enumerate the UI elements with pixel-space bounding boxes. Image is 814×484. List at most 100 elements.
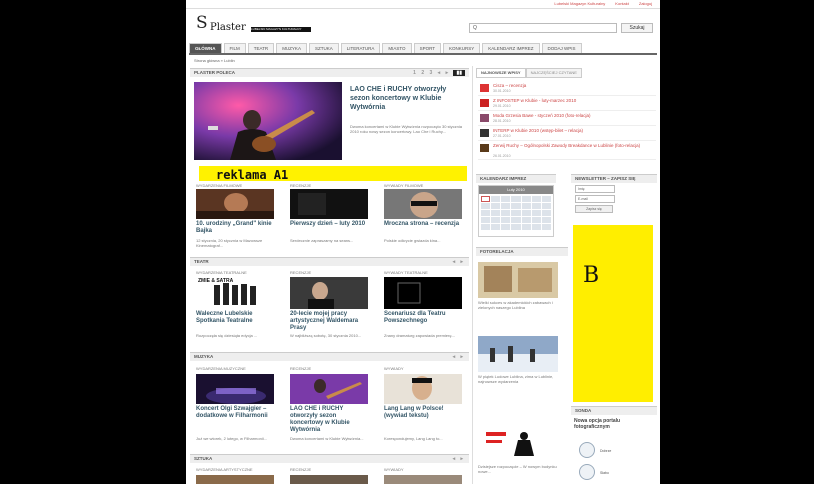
film-title-3[interactable]: Mroczna strona – recenzja [384, 221, 464, 228]
film-cat-2[interactable]: RECENZJE [290, 183, 311, 188]
breadcrumb[interactable]: Strona główna » Lublin [194, 58, 235, 63]
theatre-title-2[interactable]: 20-lecie mojej pracy artystycznej Waldem… [290, 311, 370, 332]
film-image-2[interactable] [290, 189, 368, 219]
top-strip: Lubelski Magazyn Kulturalny Kontakt Zalo… [186, 0, 660, 9]
event-calendar[interactable]: Luty 2010 [478, 185, 554, 237]
theatre-image-3[interactable] [384, 277, 462, 309]
music-image-3[interactable] [384, 374, 462, 404]
tab-theatre[interactable]: TEATR [247, 43, 275, 53]
ad-banner-b[interactable]: B [573, 225, 653, 402]
photo-caption-2[interactable]: W piątek Ludowe Lublina, zima w Lublinie… [478, 374, 560, 384]
sidebar-news-item[interactable]: Zerwij Ruchy – Ogólnopolski Zawody Break… [478, 142, 656, 160]
music-text-2: Dwoma koncertami w Klubie Wytwórnia... [290, 436, 364, 441]
news-thumb-icon [480, 114, 489, 122]
photo-image-2[interactable] [478, 336, 558, 372]
film-title-2[interactable]: Pierwszy dzień – luty 2010 [290, 221, 370, 228]
theatre-more-icon[interactable]: ◂ ▸ [453, 258, 465, 266]
film-image-1[interactable] [196, 189, 274, 219]
art-image-3[interactable] [384, 475, 462, 484]
photo-header: FOTORELACJA [476, 247, 568, 256]
music-image-2[interactable] [290, 374, 368, 404]
site-logo[interactable]: S Plaster LUBELSKI MAGAZYN KULTURALNY [194, 13, 314, 37]
tab-calendar[interactable]: KALENDARZ IMPREZ [482, 43, 540, 53]
music-cat-1[interactable]: WYDARZENIA MUZYCZNE [196, 366, 246, 371]
ad-a1-label: reklama A1 [216, 168, 289, 182]
news-date: 27.01.2010 [493, 134, 511, 138]
music-more-icon[interactable]: ◂ ▸ [453, 353, 465, 361]
calendar-grid[interactable] [479, 194, 553, 232]
featured-title[interactable]: LAO CHE i RUCHY otworzyły sezon koncerto… [350, 85, 462, 112]
tab-contests[interactable]: KONKURSY [442, 43, 481, 53]
art-cat-3[interactable]: WYWIADY [384, 467, 404, 472]
art-cat-2[interactable]: RECENZJE [290, 467, 311, 472]
theatre-cat-3[interactable]: WYWIADY TEATRALNE [384, 270, 428, 275]
ad-banner-a1[interactable]: reklama A1 [199, 166, 467, 182]
main-nav: GŁÓWNA FILM TEATR MUZYKA SZTUKA LITERATU… [189, 43, 657, 55]
tab-art[interactable]: SZTUKA [308, 43, 339, 53]
sidebar-news-item[interactable]: Z INFOSTEP w Klubie - luty-marzec 2010 2… [478, 97, 656, 111]
tab-city[interactable]: MIASTO [382, 43, 412, 53]
tab-most-read[interactable]: NAJCZĘŚCIEJ CZYTANE [525, 68, 582, 78]
film-cat-3[interactable]: WYWIADY FILMOWE [384, 183, 423, 188]
top-link-1[interactable]: Lubelski Magazyn Kulturalny [554, 1, 605, 7]
tab-latest[interactable]: NAJNOWSZE WPISY [476, 68, 526, 78]
theatre-title-3[interactable]: Scenariusz dla Teatru Powszechnego [384, 311, 464, 325]
art-image-2[interactable] [290, 475, 368, 484]
tab-sport[interactable]: SPORT [413, 43, 441, 53]
art-image-1[interactable] [196, 475, 274, 484]
sidebar-news-item[interactable]: Cisza – recenzja 30.01.2010 [478, 82, 656, 96]
art-more-icon[interactable]: ◂ ▸ [453, 455, 465, 463]
tab-film[interactable]: FILM [223, 43, 246, 53]
newsletter-submit-button[interactable]: Zapisz się [575, 205, 613, 213]
photo-image-3[interactable] [478, 426, 558, 462]
search-input[interactable]: Q [469, 23, 617, 33]
art-cat-1[interactable]: WYDARZENIA ARTYSTYCZNE [196, 467, 253, 472]
art-section-title: SZTUKA [194, 456, 213, 461]
sidebar-tabs: NAJNOWSZE WPISY NAJCZĘŚCIEJ CZYTANE [476, 68, 656, 78]
theatre-title-1[interactable]: Waleczne Lubelskie Spotkania Teatralne [196, 311, 276, 325]
theatre-text-2: W najbliższą sobotę, 30 stycznia 2010... [290, 333, 362, 338]
music-title-3[interactable]: Lang Lang w Polsce! (wywiad tekstu) [384, 406, 464, 420]
theatre-poster-text: ZMIE & SATRA [198, 278, 234, 284]
news-title: Moda Grzesia Bawe - styczeń 2010 (foto-r… [493, 113, 591, 118]
featured-image[interactable] [194, 82, 342, 160]
photo-image-1[interactable] [478, 262, 558, 298]
theatre-section-title: TEATR [194, 259, 209, 264]
music-title-2[interactable]: LAO CHE i RUCHY otworzyły sezon koncerto… [290, 406, 370, 434]
sidebar-news-item[interactable]: INTERP w Klubie 2010 (wstęp-bilet – rela… [478, 127, 656, 141]
news-title: INTERP w Klubie 2010 (wstęp-bilet – rela… [493, 128, 583, 133]
tab-home[interactable]: GŁÓWNA [189, 43, 222, 53]
tab-add-entry[interactable]: DODAJ WPIS [541, 43, 582, 53]
poll-option-radio-2[interactable] [579, 464, 595, 480]
photo-caption-1[interactable]: Wielki sukces w akademickich zabawach i … [478, 300, 560, 310]
poll-option-radio-1[interactable] [579, 442, 595, 458]
newsletter-name-field[interactable]: Imię [575, 185, 615, 193]
music-cat-2[interactable]: RECENZJE [290, 366, 311, 371]
featured-pager[interactable]: 1 2 3 ◂ ▸ ▮▮ [413, 69, 465, 77]
newsletter-email-field[interactable]: E-mail [575, 195, 615, 203]
search-button[interactable]: Szukaj [621, 23, 653, 33]
tab-literature[interactable]: LITERATURA [340, 43, 381, 53]
film-title-1[interactable]: 10. urodziny „Grand" kinie Bajka [196, 221, 276, 235]
photo-caption-3[interactable]: Dzisiejsze rozpoczęcie – W nowym budynku… [478, 464, 560, 474]
theatre-text-3: Znany dramaturg zapowiada premierę... [384, 333, 455, 338]
music-cat-3[interactable]: WYWIADY [384, 366, 404, 371]
music-title-1[interactable]: Koncert Olgi Szwajgier – dodatkowe w Fil… [196, 406, 276, 420]
top-link-3[interactable]: Zaloguj [639, 1, 652, 7]
top-link-2[interactable]: Kontakt [615, 1, 629, 7]
theatre-cat-1[interactable]: WYDARZENIA TEATRALNE [196, 270, 247, 275]
calendar-title: KALENDARZ IMPREZ [480, 176, 527, 181]
calendar-month[interactable]: Luty 2010 [479, 186, 553, 194]
film-cat-1[interactable]: WYDARZENIA FILMOWE [196, 183, 242, 188]
theatre-image-2[interactable] [290, 277, 368, 309]
news-thumb-icon [480, 99, 489, 107]
tab-music[interactable]: MUZYKA [276, 43, 307, 53]
film-image-3[interactable] [384, 189, 462, 219]
theatre-cat-2[interactable]: RECENZJE [290, 270, 311, 275]
music-image-1[interactable] [196, 374, 274, 404]
sidebar-news-item[interactable]: Moda Grzesia Bawe - styczeń 2010 (foto-r… [478, 112, 656, 126]
featured-section-title: PLASTER POLECA [194, 70, 236, 75]
featured-excerpt: Dwoma koncertami w Klubie Wytwórnia rozp… [350, 124, 463, 134]
music-section-title: MUZYKA [194, 354, 214, 359]
news-date: 29.01.2010 [493, 104, 511, 108]
